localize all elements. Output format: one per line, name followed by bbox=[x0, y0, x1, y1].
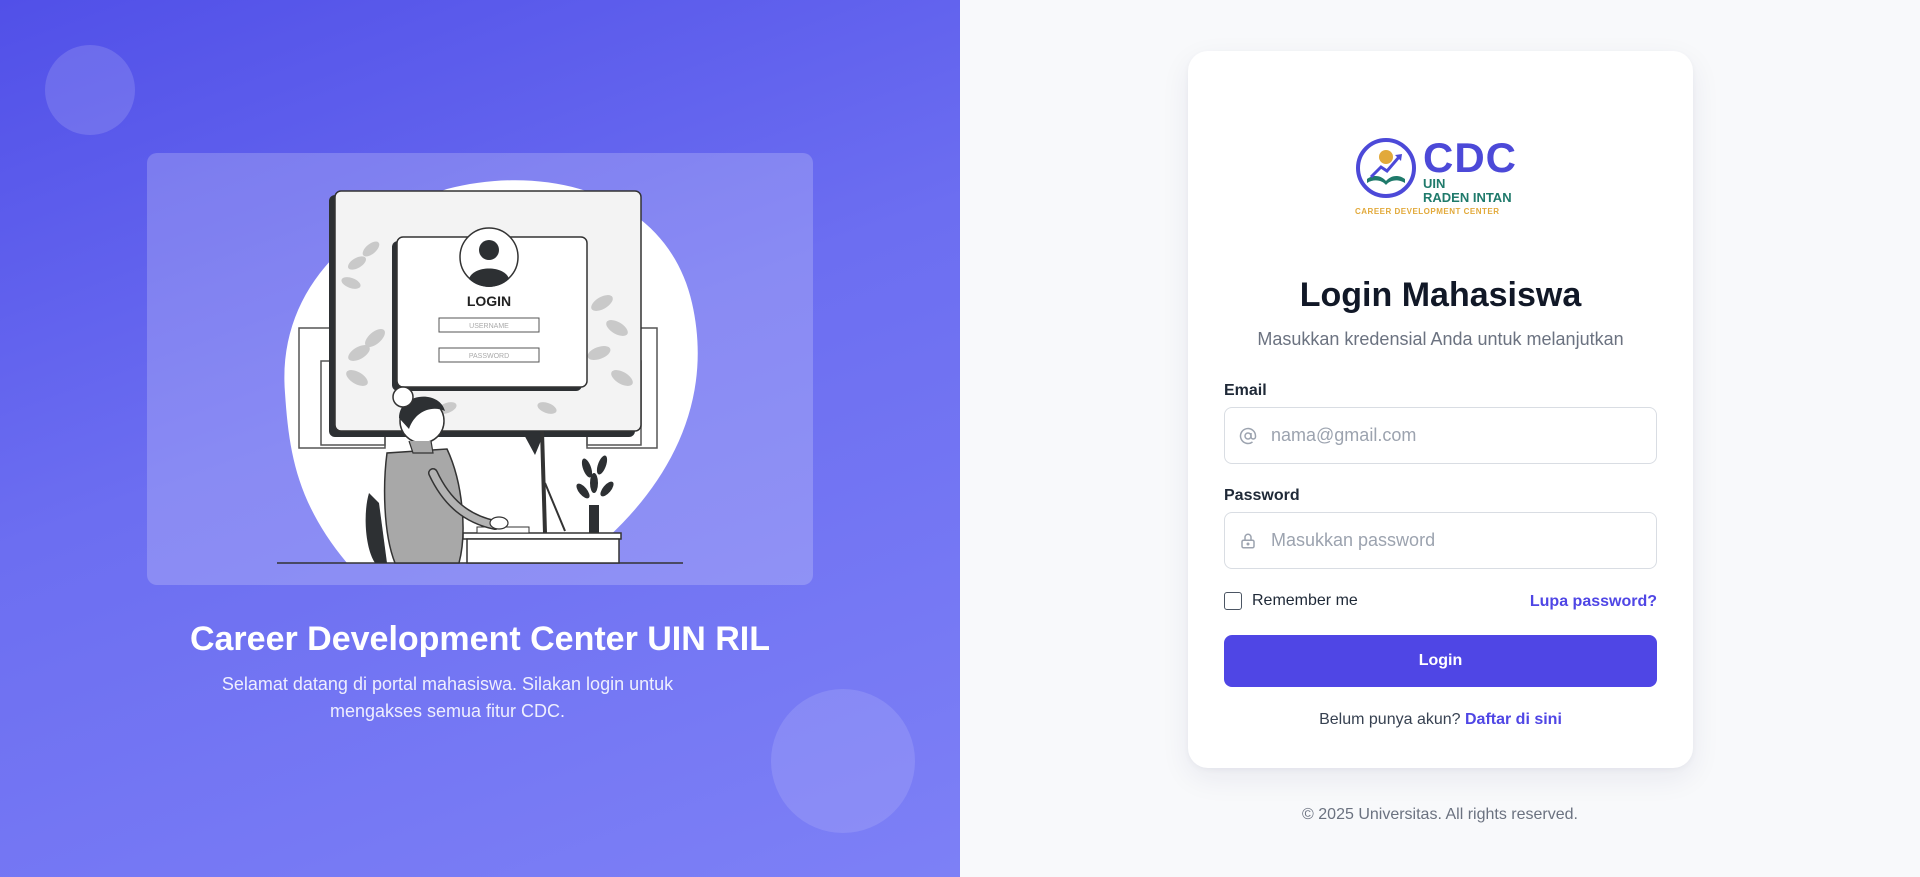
footer-copyright: © 2025 Universitas. All rights reserved. bbox=[1302, 806, 1578, 823]
illustration-login-text: LOGIN bbox=[467, 293, 511, 309]
remember-me-label: Remember me bbox=[1252, 592, 1358, 609]
decorative-circle bbox=[771, 689, 915, 833]
at-icon bbox=[1225, 408, 1271, 463]
signup-link[interactable]: Daftar di sini bbox=[1465, 711, 1562, 728]
remember-me-checkbox[interactable] bbox=[1224, 592, 1242, 610]
password-field-wrapper bbox=[1224, 512, 1657, 569]
logo-cdc-text: CDC bbox=[1423, 134, 1517, 181]
page-subtitle: Masukkan kredensial Anda untuk melanjutk… bbox=[1257, 329, 1624, 349]
login-panel: CDC UIN RADEN INTAN CAREER DEVELOPMENT C… bbox=[960, 0, 1920, 877]
email-label: Email bbox=[1224, 382, 1267, 399]
email-field-wrapper bbox=[1224, 407, 1657, 464]
login-illustration: LOGIN USERNAME PASSWORD bbox=[147, 153, 813, 585]
signup-prompt: Belum punya akun? Daftar di sini bbox=[1188, 711, 1693, 729]
password-label: Password bbox=[1224, 487, 1300, 504]
lock-icon bbox=[1225, 513, 1271, 568]
logo-raden-intan-text: RADEN INTAN bbox=[1423, 190, 1512, 205]
login-card: CDC UIN RADEN INTAN CAREER DEVELOPMENT C… bbox=[1188, 51, 1693, 768]
hero-panel: LOGIN USERNAME PASSWORD Career Developme… bbox=[0, 0, 960, 877]
signup-prompt-text: Belum punya akun? bbox=[1319, 711, 1465, 728]
cdc-emblem-icon bbox=[1356, 138, 1416, 198]
logo-uin-text: UIN bbox=[1423, 176, 1446, 191]
password-input[interactable] bbox=[1271, 513, 1656, 568]
page-title: Login Mahasiswa bbox=[1299, 276, 1582, 314]
forgot-password-link[interactable]: Lupa password? bbox=[1530, 593, 1657, 611]
remember-me[interactable]: Remember me bbox=[1224, 592, 1358, 610]
illustration-username-text: USERNAME bbox=[469, 323, 509, 330]
decorative-circle bbox=[45, 45, 135, 135]
hero-subtitle: Selamat datang di portal mahasiswa. Sila… bbox=[221, 674, 674, 721]
email-input[interactable] bbox=[1271, 408, 1656, 463]
login-button[interactable]: Login bbox=[1224, 635, 1657, 687]
illustration-password-text: PASSWORD bbox=[469, 353, 509, 360]
cdc-logo: CDC UIN RADEN INTAN CAREER DEVELOPMENT C… bbox=[1355, 137, 1525, 219]
hero-title: Career Development Center UIN RIL bbox=[189, 620, 771, 658]
logo-tagline: CAREER DEVELOPMENT CENTER bbox=[1355, 207, 1500, 216]
